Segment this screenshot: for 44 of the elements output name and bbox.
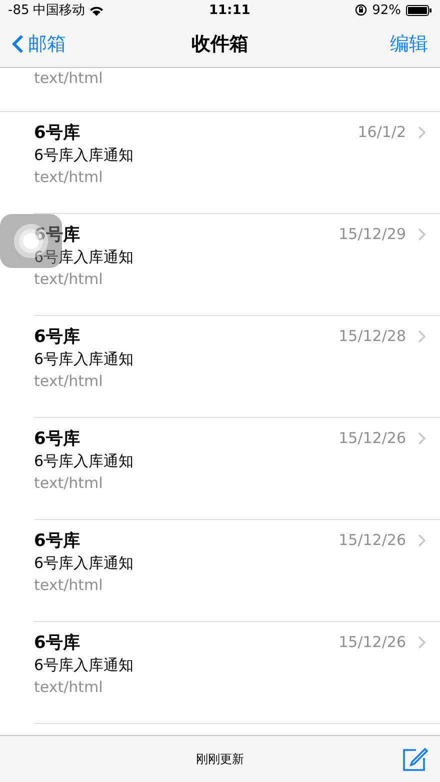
sender-name: 6号库 (34, 530, 80, 552)
chevron-icon (418, 228, 426, 240)
carrier-name: 中国移动 (33, 2, 86, 19)
message-preview: text/html (34, 677, 104, 698)
compose-button[interactable] (402, 746, 428, 772)
message-preview: text/html (34, 575, 104, 596)
compose-icon (402, 746, 428, 772)
message-date: 15/12/26 (338, 531, 406, 549)
battery-percent: 92% (372, 2, 401, 18)
chevron-icon (418, 126, 426, 138)
sender-name: 6号库 (34, 632, 80, 654)
message-preview: text/html (34, 371, 104, 392)
message-preview: text/html (34, 269, 104, 290)
back-chevron-icon (12, 34, 24, 54)
message-preview: text/html (34, 167, 104, 188)
chevron-icon (418, 330, 426, 342)
chevron-icon (418, 636, 426, 648)
wifi-icon (89, 4, 104, 16)
message-subject: 6号库入库通知 (34, 145, 135, 166)
update-status: 刚刚更新 (196, 750, 244, 768)
message-date: 16/1/2 (358, 123, 406, 141)
sender-name: 6号库 (34, 428, 80, 450)
message-subject: 6号库入库通知 (34, 451, 135, 472)
message-preview: text/html (34, 473, 104, 494)
message-date: 15/12/26 (338, 429, 406, 447)
screen-title: 收件箱 (192, 32, 248, 54)
sender-name: 6号库 (34, 122, 80, 144)
battery-icon (406, 4, 432, 16)
message-date: 15/12/26 (338, 633, 406, 651)
signal-strength: -85 (8, 2, 30, 18)
message-subject: 6号库入库通知 (34, 349, 135, 370)
message-date: 15/12/29 (338, 225, 406, 243)
chevron-icon (418, 534, 426, 546)
chevron-icon (418, 432, 426, 444)
message-subject: 6号库入库通知 (34, 247, 135, 268)
clock-time: 11:11 (208, 2, 250, 18)
sender-name: 6号库 (34, 326, 80, 348)
back-button[interactable]: 邮箱 (12, 30, 66, 56)
message-subject: 6号库入库通知 (34, 553, 135, 574)
rotation-lock-icon (355, 4, 368, 16)
edit-button[interactable]: 编辑 (390, 30, 428, 56)
message-subject: 6号库入库通知 (34, 655, 135, 676)
message-date: 15/12/28 (338, 327, 406, 345)
message-preview: text/html (34, 68, 103, 89)
